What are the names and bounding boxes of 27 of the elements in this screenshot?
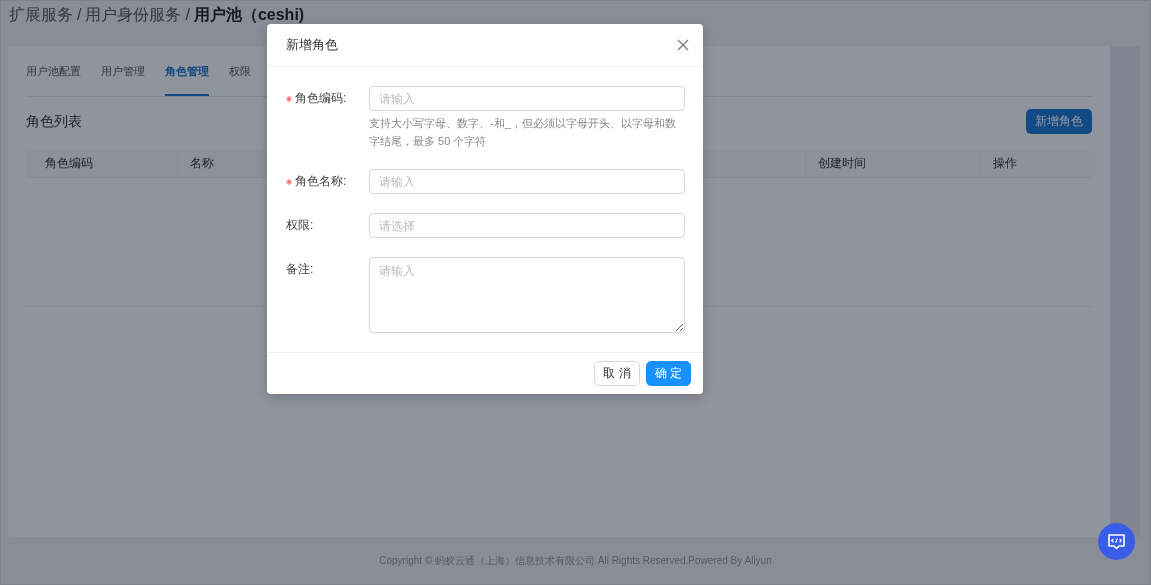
field-label: 备注: [286,261,314,278]
remark-field[interactable]: 请输入 [369,257,685,333]
code-chat-button[interactable] [1098,523,1135,560]
help-text: 支持大小写字母、数字、-和_，但必须以字母开头、以字母和数字结尾，最多 50 个字符 [369,116,677,149]
column-header: 操作 [980,150,1092,177]
tab[interactable]: 用户池配置 [26,64,81,96]
breadcrumb-link[interactable]: 用户身份服务 [85,4,182,26]
close-icon[interactable] [677,39,689,51]
dialog-title: 新增角色 [286,36,338,54]
select-field[interactable]: 请选择 [369,213,685,238]
breadcrumb-separator: / [185,6,190,24]
tab[interactable]: 角色管理 [165,64,209,96]
section-title: 角色列表 [26,112,82,131]
add-role-button[interactable]: 新增角色 [1026,109,1092,134]
tab[interactable]: 权限 [229,64,251,96]
breadcrumb-separator: / [77,6,82,24]
input-field[interactable]: 请输入 [369,86,685,111]
field-label: 权限: [286,217,314,234]
input-field[interactable]: 请输入 [369,169,685,194]
cancel-button[interactable]: 取 消 [594,361,640,386]
confirm-button[interactable]: 确 定 [645,361,691,386]
column-header: 角色编码 [44,155,94,172]
tab[interactable]: 用户管理 [101,64,145,96]
breadcrumb-link[interactable]: 扩展服务 [9,4,73,26]
column-header: 创建时间 [805,150,980,177]
field-label: 角色编码: [295,90,347,107]
breadcrumb-current: 用户池（ceshi) [193,4,305,25]
